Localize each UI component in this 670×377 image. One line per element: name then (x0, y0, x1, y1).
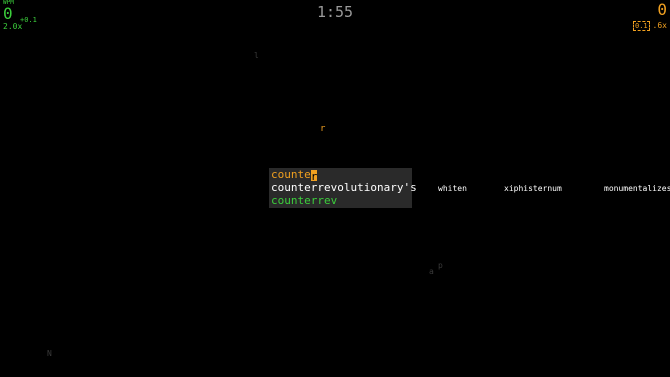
drifting-letter: l (254, 51, 259, 60)
text-cursor: r (310, 170, 318, 183)
opponent-score: 0 (657, 0, 667, 19)
typed-input-line: counter (269, 168, 412, 183)
correct-progress: counterrev (271, 194, 338, 207)
opponent-multiplier: .6x (652, 21, 667, 30)
drifting-letter: N (47, 349, 52, 358)
queued-word: whiten (438, 184, 467, 193)
typed-text: counte (271, 168, 311, 181)
target-word: counterrevolutionary's (271, 181, 417, 194)
drifting-letter: a (429, 267, 434, 276)
drifting-letter: p (438, 261, 443, 270)
queued-word: xiphisternum (504, 184, 562, 193)
drifting-letter: r (320, 124, 326, 134)
active-word-panel: counter counterrevolutionary's counterre… (269, 168, 417, 208)
opponent-hud-row: 0.1 .6x (633, 21, 667, 33)
game-screen: WPM 0 2.0x +0.1 1:55 0 0.1 .6x l r p a N… (0, 0, 670, 377)
queued-word: monumentalizes (604, 184, 670, 193)
opponent-hud: 0 0.1 .6x (633, 2, 667, 33)
opponent-badge: 0.1 (633, 21, 650, 31)
round-timer: 1:55 (316, 3, 354, 21)
